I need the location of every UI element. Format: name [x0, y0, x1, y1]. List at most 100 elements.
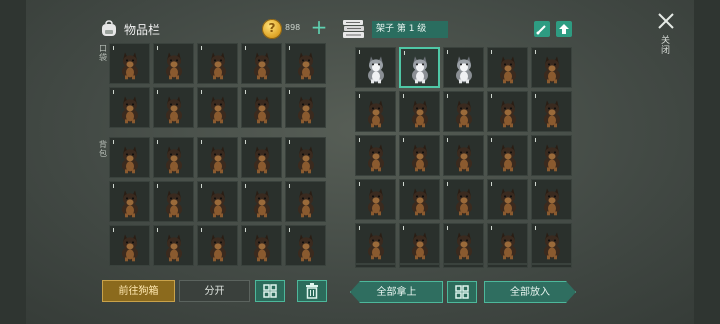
shelf-slot[interactable]	[443, 179, 484, 220]
shelf-slot[interactable]	[531, 47, 572, 88]
inventory-title: 物品栏	[124, 23, 161, 37]
dog-icon	[495, 55, 521, 83]
put-all-button[interactable]: 全部放入	[484, 281, 576, 303]
take-all-button[interactable]: 全部拿上	[350, 281, 443, 303]
inventory-slot[interactable]	[153, 225, 194, 266]
shelf-next-row-peek	[355, 264, 572, 268]
dog-icon	[249, 189, 275, 217]
shelf-slot[interactable]	[399, 179, 440, 220]
shelf-slot[interactable]	[443, 47, 484, 88]
inventory-slot[interactable]	[153, 181, 194, 222]
shelf-slot[interactable]	[355, 135, 396, 176]
shelf-slot[interactable]	[531, 135, 572, 176]
shelf-slot[interactable]	[355, 179, 396, 220]
slot-marker	[201, 140, 202, 144]
inventory-slot[interactable]	[109, 87, 150, 128]
slot-marker	[289, 140, 290, 144]
inventory-slot[interactable]	[241, 87, 282, 128]
dog-icon	[539, 143, 565, 171]
dog-icon	[451, 187, 477, 215]
slot-marker	[535, 138, 536, 142]
shelf-slot[interactable]	[487, 135, 528, 176]
shelf-slot[interactable]	[487, 91, 528, 132]
shelf-slot[interactable]	[531, 91, 572, 132]
right-edge-shade	[694, 0, 720, 324]
inventory-slot[interactable]	[241, 225, 282, 266]
shelf-slot[interactable]	[355, 91, 396, 132]
delete-button[interactable]	[297, 280, 327, 302]
slot-marker	[491, 182, 492, 186]
shelf-slot[interactable]	[531, 179, 572, 220]
inventory-slot[interactable]	[241, 181, 282, 222]
inventory-slot[interactable]	[241, 137, 282, 178]
shelf-slot[interactable]	[487, 179, 528, 220]
inventory-slot[interactable]	[285, 181, 326, 222]
shelf-slot[interactable]	[399, 91, 440, 132]
dog-icon	[205, 145, 231, 173]
sort-shelf-button[interactable]	[447, 281, 477, 303]
inventory-slot[interactable]	[285, 137, 326, 178]
inventory-slot[interactable]	[109, 43, 150, 84]
slot-marker	[535, 182, 536, 186]
dog-icon	[407, 143, 433, 171]
slot-marker	[491, 138, 492, 142]
inventory-slot[interactable]	[197, 43, 238, 84]
dog-icon	[407, 231, 433, 259]
shelf-slot[interactable]	[399, 47, 440, 88]
close-icon[interactable]	[655, 10, 677, 32]
inventory-slot[interactable]	[285, 87, 326, 128]
add-coins-button[interactable]: +	[310, 17, 328, 37]
shelf-slot[interactable]	[487, 47, 528, 88]
inventory-slot[interactable]	[153, 87, 194, 128]
dog-icon	[363, 99, 389, 127]
slot-marker	[359, 138, 360, 142]
shelf-slot[interactable]	[531, 223, 572, 264]
pocket-grid	[109, 43, 326, 128]
shelf-slot[interactable]	[399, 223, 440, 264]
shelf-slot[interactable]	[443, 135, 484, 176]
dog-icon	[451, 99, 477, 127]
upgrade-button[interactable]	[556, 21, 572, 37]
inventory-slot[interactable]	[109, 137, 150, 178]
shelf-slot[interactable]	[355, 223, 396, 264]
shelf-slot[interactable]	[487, 223, 528, 264]
slot-marker	[245, 184, 246, 188]
inventory-slot[interactable]	[153, 137, 194, 178]
inventory-slot[interactable]	[153, 43, 194, 84]
dog-icon	[495, 187, 521, 215]
slot-marker	[245, 228, 246, 232]
sort-inventory-button[interactable]	[255, 280, 285, 302]
dog-icon	[249, 51, 275, 79]
dog-icon	[363, 143, 389, 171]
close-label: 关闭	[661, 36, 671, 56]
dog-icon	[495, 231, 521, 259]
inventory-slot[interactable]	[109, 181, 150, 222]
slot-marker	[113, 90, 114, 94]
split-button[interactable]: 分开	[179, 280, 250, 302]
dog-icon	[205, 95, 231, 123]
brush-icon	[536, 25, 546, 35]
inventory-slot[interactable]	[197, 137, 238, 178]
shelf-slot[interactable]	[443, 223, 484, 264]
inventory-slot[interactable]	[285, 43, 326, 84]
shelf-header: 架子 第 1 级	[342, 18, 582, 42]
dog-icon	[451, 231, 477, 259]
inventory-slot[interactable]	[197, 225, 238, 266]
inventory-slot[interactable]	[285, 225, 326, 266]
goto-dog-crate-button[interactable]: 前往狗箱	[102, 280, 175, 302]
dog-icon	[363, 187, 389, 215]
dog-icon	[407, 187, 433, 215]
inventory-slot[interactable]	[197, 87, 238, 128]
shelf-slot[interactable]	[355, 47, 396, 88]
coin-icon	[262, 19, 282, 39]
inventory-slot[interactable]	[241, 43, 282, 84]
inventory-slot[interactable]	[109, 225, 150, 266]
shelf-slot[interactable]	[443, 91, 484, 132]
slot-marker	[447, 94, 448, 98]
slot-marker	[404, 51, 405, 55]
shelf-slot[interactable]	[399, 135, 440, 176]
rename-button[interactable]	[534, 21, 550, 37]
slot-marker	[491, 226, 492, 230]
slot-marker	[403, 138, 404, 142]
inventory-slot[interactable]	[197, 181, 238, 222]
